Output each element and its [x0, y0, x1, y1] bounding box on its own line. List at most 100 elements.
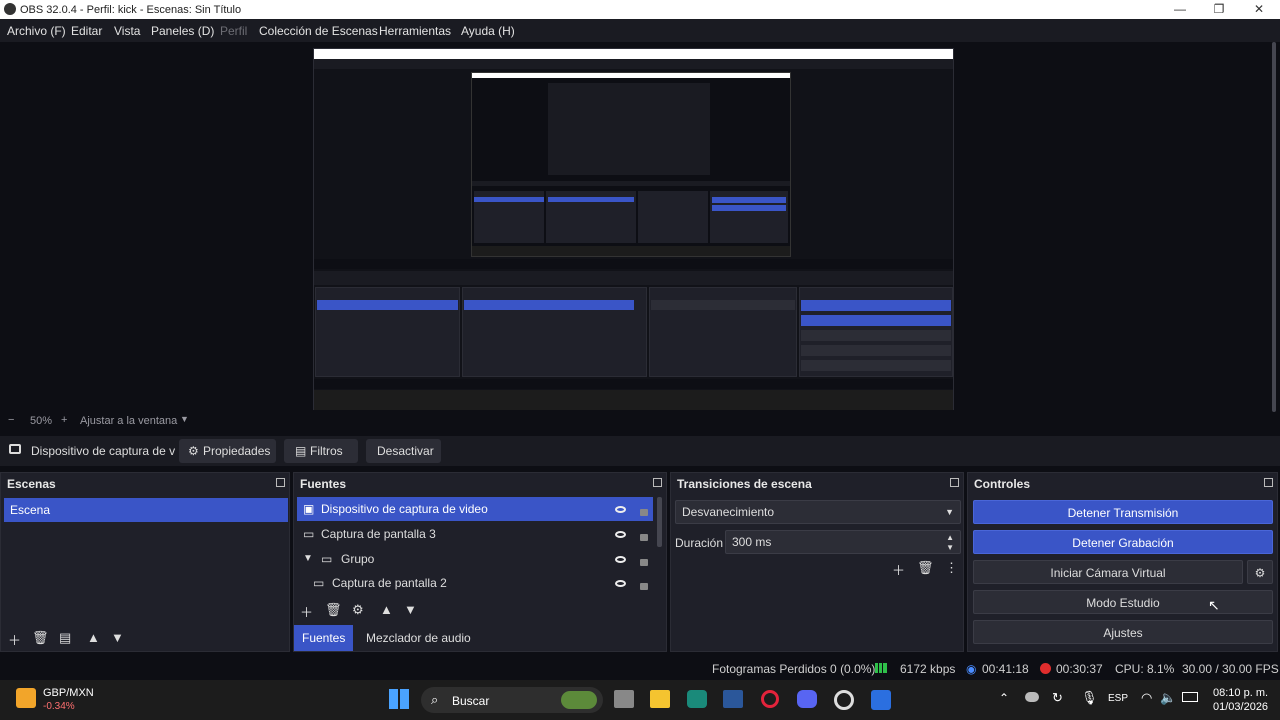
add-icon[interactable]: ＋ [8, 630, 21, 649]
close-button[interactable]: ✕ [1239, 0, 1279, 19]
trash-icon[interactable]: 🗑 [325, 602, 342, 618]
menu-perfil[interactable]: Perfil [220, 24, 247, 38]
ticker-symbol[interactable]: GBP/MXN [43, 687, 94, 699]
scene-item[interactable]: Escena [4, 498, 288, 522]
maximize-button[interactable]: ❐ [1199, 0, 1239, 19]
obs-logo-icon [4, 3, 16, 15]
menu-archivo[interactable]: Archivo (F) [7, 24, 66, 38]
source-label: Dispositivo de captura de video [321, 502, 488, 516]
eye-icon[interactable] [615, 580, 626, 587]
virtual-camera-button[interactable]: Iniciar Cámara Virtual [973, 560, 1243, 584]
move-up-icon[interactable]: ▲ [87, 630, 100, 645]
stop-record-button[interactable]: Detener Grabación [973, 530, 1273, 554]
gear-icon[interactable]: ⚙ [352, 602, 364, 618]
expand-icon[interactable]: ▼ [303, 547, 313, 571]
opera-icon[interactable] [761, 690, 779, 708]
tab-audio-mixer[interactable]: Mezclador de audio [358, 625, 479, 651]
lock-icon[interactable] [640, 534, 648, 541]
current-source-label: Dispositivo de captura de v [31, 444, 176, 458]
tray-expand-icon[interactable]: ⌃ [999, 691, 1009, 705]
sources-scrollbar[interactable] [657, 497, 662, 547]
app-icon[interactable] [871, 690, 891, 710]
add-icon[interactable]: ＋ [300, 602, 313, 621]
duration-label: Duración [675, 536, 724, 550]
wifi-icon[interactable]: ◠ [1141, 690, 1152, 706]
word-icon[interactable] [723, 690, 743, 708]
sync-icon[interactable]: ↻ [1052, 690, 1063, 706]
stream-icon: ◉ [966, 662, 977, 676]
menu-ayuda[interactable]: Ayuda (H) [461, 24, 515, 38]
lock-icon[interactable] [640, 583, 648, 590]
menu-bar: Archivo (F) Editar Vista Paneles (D) Per… [0, 19, 1280, 42]
move-down-icon[interactable]: ▼ [404, 602, 417, 617]
lock-icon[interactable] [640, 509, 648, 516]
source-item[interactable]: ▭ Captura de pantalla 2 [297, 571, 653, 595]
onedrive-icon[interactable] [1025, 692, 1039, 702]
microphone-icon[interactable]: 🎙 [1081, 690, 1098, 706]
transition-value: Desvanecimiento [682, 505, 775, 519]
lock-icon[interactable] [640, 559, 648, 566]
undock-icon[interactable] [1264, 478, 1273, 487]
volume-icon[interactable]: 🔈 [1160, 690, 1176, 706]
eye-icon[interactable] [615, 506, 626, 513]
eye-icon[interactable] [615, 531, 626, 538]
preview-canvas[interactable] [0, 42, 1280, 412]
undock-icon[interactable] [950, 478, 959, 487]
chevron-down-icon[interactable]: ▼ [180, 414, 189, 424]
add-icon[interactable]: ＋ [892, 560, 905, 579]
edge-icon[interactable] [687, 690, 707, 708]
obs-icon[interactable] [834, 690, 854, 710]
record-time: 00:30:37 [1056, 662, 1103, 676]
taskbar-search[interactable]: ⌕ Buscar [421, 687, 603, 713]
settings-button[interactable]: Ajustes [973, 620, 1273, 644]
source-label: Captura de pantalla 3 [321, 527, 436, 541]
discord-icon[interactable] [797, 690, 817, 708]
file-explorer-icon[interactable] [650, 690, 670, 708]
menu-editar[interactable]: Editar [71, 24, 102, 38]
zoom-bar: − 50% + Ajustar a la ventana ▼ [0, 414, 1280, 430]
battery-icon[interactable] [1182, 692, 1198, 702]
minimize-button[interactable]: — [1160, 0, 1200, 19]
more-options-icon[interactable]: ⋮ [945, 560, 958, 576]
duration-field[interactable]: 300 ms ▲ ▼ [725, 530, 961, 554]
trash-icon[interactable]: 🗑 [917, 560, 934, 576]
transition-select[interactable]: Desvanecimiento ▼ [675, 500, 961, 524]
tab-sources[interactable]: Fuentes [294, 625, 354, 651]
stop-stream-button[interactable]: Detener Transmisión [973, 500, 1273, 524]
properties-button[interactable]: ⚙ Propiedades [179, 439, 276, 463]
filter-icon[interactable]: ▤ [59, 630, 71, 646]
eye-icon[interactable] [615, 556, 626, 563]
task-view-icon[interactable] [614, 690, 634, 708]
zoom-in-button[interactable]: + [61, 414, 67, 426]
move-down-icon[interactable]: ▼ [111, 630, 124, 645]
undock-icon[interactable] [653, 478, 662, 487]
source-item[interactable]: ▭ Captura de pantalla 3 [297, 522, 653, 546]
search-placeholder: Buscar [452, 694, 490, 708]
studio-mode-button[interactable]: Modo Estudio [973, 590, 1273, 614]
zoom-out-button[interactable]: − [8, 414, 14, 426]
menu-paneles[interactable]: Paneles (D) [151, 24, 214, 38]
source-group[interactable]: ▼ ▭ Grupo [297, 547, 653, 571]
trash-icon[interactable]: 🗑 [32, 630, 49, 646]
transitions-title: Transiciones de escena [677, 477, 812, 491]
scenes-panel: Escenas Escena ＋ 🗑 ▤ ▲ ▼ [0, 472, 290, 652]
widget-icon[interactable] [16, 688, 36, 708]
undock-icon[interactable] [276, 478, 285, 487]
clock-date[interactable]: 01/03/2026 [1213, 701, 1268, 713]
ticker-change: -0.34% [43, 701, 75, 712]
cpu-usage: CPU: 8.1% [1115, 662, 1175, 676]
decrement-icon[interactable]: ▼ [946, 537, 954, 559]
menu-coleccion-escenas[interactable]: Colección de Escenas [259, 24, 378, 38]
filters-button[interactable]: ▤ Filtros [284, 439, 358, 463]
menu-herramientas[interactable]: Herramientas [379, 24, 451, 38]
zoom-fit-select[interactable]: Ajustar a la ventana [80, 415, 177, 427]
source-item[interactable]: ▣ Dispositivo de captura de video [297, 497, 653, 521]
preview-scrollbar[interactable] [1272, 42, 1276, 412]
menu-vista[interactable]: Vista [114, 24, 140, 38]
move-up-icon[interactable]: ▲ [380, 602, 393, 617]
clock-time[interactable]: 08:10 p. m. [1213, 687, 1268, 699]
deactivate-button[interactable]: Desactivar [366, 439, 441, 463]
language-indicator[interactable]: ESP [1108, 693, 1128, 704]
start-icon[interactable] [389, 689, 409, 709]
virtual-camera-settings-button[interactable]: ⚙ [1247, 560, 1273, 584]
